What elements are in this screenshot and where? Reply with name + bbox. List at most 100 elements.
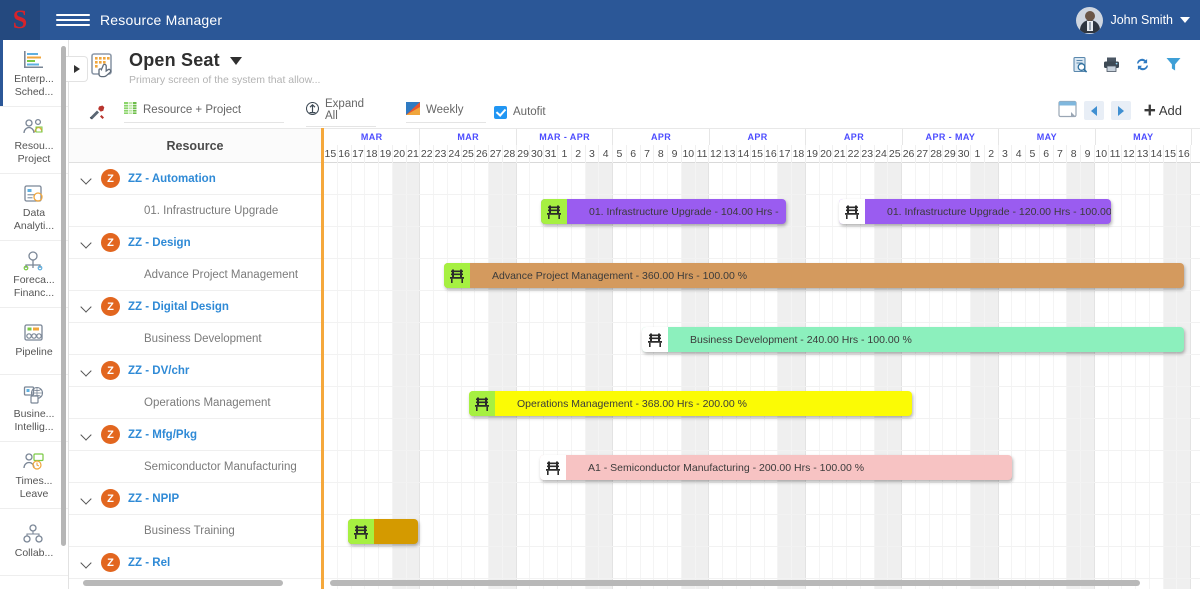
timeline-day-label: 14 <box>1150 145 1164 163</box>
resource-child-row[interactable]: Advance Project Management <box>69 259 321 291</box>
resource-group-row[interactable]: Z ZZ - Automation <box>69 163 321 195</box>
page-title: Open Seat <box>129 50 220 70</box>
sidebar-item-data-analytics[interactable]: Data Analyti... <box>0 174 68 241</box>
timeline-month-label: MAR <box>420 129 517 145</box>
expand-all-button[interactable]: Expand All <box>305 97 376 127</box>
timeline-day-label: 22 <box>847 145 861 163</box>
resource-group-row[interactable]: Z ZZ - Rel <box>69 547 321 579</box>
chevron-down-icon[interactable] <box>81 173 93 185</box>
resource-group-row[interactable]: Z ZZ - Mfg/Pkg <box>69 419 321 451</box>
chevron-down-icon[interactable] <box>81 301 93 313</box>
resource-pane-scrollbar[interactable] <box>83 580 283 586</box>
sidebar-item-resource-project[interactable]: Resou... Project <box>0 107 68 174</box>
filter-icon[interactable] <box>1165 56 1182 73</box>
prev-period-button[interactable] <box>1083 101 1104 120</box>
app-logo[interactable]: S <box>0 0 40 40</box>
timeline-day-label: 17 <box>778 145 793 163</box>
gantt-bar[interactable] <box>348 519 418 544</box>
checkbox-checked-icon[interactable] <box>494 105 507 119</box>
view-mode-selector[interactable]: Weekly <box>406 101 486 123</box>
gantt-bar[interactable]: Advance Project Management - 360.00 Hrs … <box>444 263 1184 288</box>
timeline-month-label: APR <box>710 129 807 145</box>
hamburger-icon[interactable] <box>56 14 90 26</box>
chevron-down-icon[interactable] <box>81 557 93 569</box>
autofit-checkbox[interactable]: Autofit <box>494 105 546 119</box>
sidebar-item-label2: Project <box>17 153 51 165</box>
resource-child-row[interactable]: Operations Management <box>69 387 321 419</box>
chevron-down-icon[interactable] <box>81 365 93 377</box>
gantt-bar[interactable]: Operations Management - 368.00 Hrs - 200… <box>469 391 912 416</box>
timeline-day-label: 27 <box>916 145 930 163</box>
resource-child-row[interactable]: Business Development <box>69 323 321 355</box>
user-menu[interactable]: John Smith <box>1076 0 1190 40</box>
group-by-selector[interactable]: Resource + Project <box>124 101 284 123</box>
resource-badge: Z <box>101 297 120 316</box>
add-button[interactable]: + Add <box>1144 100 1182 121</box>
resource-child-row[interactable]: 01. Infrastructure Upgrade <box>69 195 321 227</box>
timeline-day-label: 13 <box>1136 145 1150 163</box>
chevron-down-icon[interactable] <box>229 56 242 65</box>
chair-icon <box>348 519 374 544</box>
timeline-day-label: 13 <box>723 145 737 163</box>
resource-group-row[interactable]: Z ZZ - NPIP <box>69 483 321 515</box>
resource-group-label[interactable]: ZZ - Digital Design <box>128 301 229 313</box>
timeline-day-label: 23 <box>434 145 448 163</box>
resource-group-label[interactable]: ZZ - DV/chr <box>128 365 189 377</box>
rail-scrollbar[interactable] <box>61 46 66 546</box>
resource-badge: Z <box>101 553 120 572</box>
sidebar-item-label2: Analyti... <box>13 220 55 232</box>
timeline-day-label: 14 <box>737 145 751 163</box>
timeline-day-label: 20 <box>393 145 407 163</box>
chevron-down-icon[interactable] <box>81 493 93 505</box>
resource-group-label[interactable]: ZZ - Automation <box>128 173 216 185</box>
chevron-down-icon[interactable] <box>1180 17 1190 23</box>
gantt-bar[interactable]: A1 - Semiconductor Manufacturing - 200.0… <box>540 455 1012 480</box>
sidebar-item-label: Data <box>22 206 46 219</box>
timeline-scrollbar[interactable] <box>330 580 1140 586</box>
refresh-icon[interactable] <box>1134 56 1151 73</box>
resource-child-row[interactable]: Business Training <box>69 515 321 547</box>
rail-expand-button[interactable] <box>66 56 88 82</box>
gantt-bar[interactable]: 01. Infrastructure Upgrade - 104.00 Hrs … <box>541 199 786 224</box>
tools-icon[interactable] <box>89 104 106 121</box>
next-period-button[interactable] <box>1110 101 1131 120</box>
top-navigation-bar: S Resource Manager John Smith <box>0 0 1200 40</box>
sidebar-item-enterprise-schedule[interactable]: Enterp... Sched... <box>0 40 68 107</box>
sidebar-item-business-intelligence[interactable]: Busine... Intellig... <box>0 375 68 442</box>
resource-child-row[interactable]: Semiconductor Manufacturing <box>69 451 321 483</box>
chevron-down-icon[interactable] <box>81 237 93 249</box>
timeline-day-label: 18 <box>792 145 806 163</box>
timeline-day-label: 22 <box>420 145 435 163</box>
calendar-icon[interactable] <box>1057 100 1077 121</box>
chair-icon <box>642 327 668 352</box>
logo-letter: S <box>12 5 28 34</box>
sidebar-item-label2: Leave <box>19 488 49 500</box>
pipeline-icon <box>21 321 47 345</box>
resource-group-label[interactable]: ZZ - Rel <box>128 557 170 569</box>
chair-icon <box>469 391 495 416</box>
chevron-down-icon[interactable] <box>81 429 93 441</box>
sidebar-item-timesheet-leave[interactable]: Times... Leave <box>0 442 68 509</box>
gantt-bar[interactable]: Business Development - 240.00 Hrs - 100.… <box>642 327 1184 352</box>
resource-group-row[interactable]: Z ZZ - Digital Design <box>69 291 321 323</box>
resource-group-label[interactable]: ZZ - Mfg/Pkg <box>128 429 197 441</box>
avatar <box>1076 6 1104 34</box>
gantt-bar[interactable]: 01. Infrastructure Upgrade - 120.00 Hrs … <box>839 199 1111 224</box>
sidebar-item-resource-search[interactable]: Reso... <box>0 576 68 589</box>
timeline-month-label: MAR <box>324 129 421 145</box>
resource-group-row[interactable]: Z ZZ - DV/chr <box>69 355 321 387</box>
resource-group-label[interactable]: ZZ - Design <box>128 237 191 249</box>
sidebar-item-pipeline[interactable]: Pipeline <box>0 308 68 375</box>
resource-child-label: Semiconductor Manufacturing <box>144 460 297 473</box>
sidebar-item-forecast-financials[interactable]: Foreca... Financ... <box>0 241 68 308</box>
timeline-day-label: 4 <box>599 145 614 163</box>
sidebar-item-collaboration[interactable]: Collab... <box>0 509 68 576</box>
printer-icon[interactable] <box>1103 56 1120 73</box>
resource-group-label[interactable]: ZZ - NPIP <box>128 493 179 505</box>
document-search-icon[interactable] <box>1072 56 1089 73</box>
resource-badge: Z <box>101 425 120 444</box>
resource-group-row[interactable]: Z ZZ - Design <box>69 227 321 259</box>
timeline-day-label: 8 <box>1067 145 1082 163</box>
timeline-day-label: 6 <box>1040 145 1054 163</box>
expand-all-label: Expand All <box>325 97 365 122</box>
